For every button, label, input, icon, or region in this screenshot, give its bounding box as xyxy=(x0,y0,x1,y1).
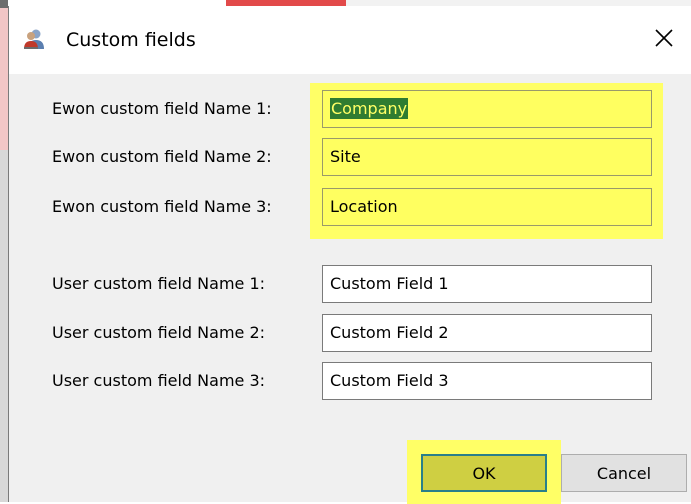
ewon-field-label-1: Ewon custom field Name 1: xyxy=(52,99,272,118)
ewon-field-label-2: Ewon custom field Name 2: xyxy=(52,147,272,166)
ok-button[interactable]: OK xyxy=(421,454,547,492)
custom-fields-dialog: Custom fields Ewon custom field Name 1: … xyxy=(8,6,691,504)
user-field-label-3: User custom field Name 3: xyxy=(52,371,266,390)
ewon-field-label-3: Ewon custom field Name 3: xyxy=(52,197,272,216)
cancel-button[interactable]: Cancel xyxy=(561,454,687,492)
title-bar: Custom fields xyxy=(9,6,691,74)
users-icon xyxy=(22,28,46,50)
close-icon xyxy=(655,29,673,51)
user-field-label-2: User custom field Name 2: xyxy=(52,323,266,342)
selected-text: Company xyxy=(330,98,409,119)
ewon-field-input-2[interactable]: Site xyxy=(322,138,652,176)
background-window-edge xyxy=(0,0,8,502)
dialog-title: Custom fields xyxy=(66,29,196,51)
ewon-field-input-1[interactable]: Company xyxy=(322,90,652,128)
user-field-input-1[interactable]: Custom Field 1 xyxy=(322,265,652,303)
user-field-label-1: User custom field Name 1: xyxy=(52,274,266,293)
user-field-input-3[interactable]: Custom Field 3 xyxy=(322,362,652,400)
ewon-field-input-3[interactable]: Location xyxy=(322,188,652,226)
close-button[interactable] xyxy=(641,18,687,62)
user-field-input-2[interactable]: Custom Field 2 xyxy=(322,314,652,352)
